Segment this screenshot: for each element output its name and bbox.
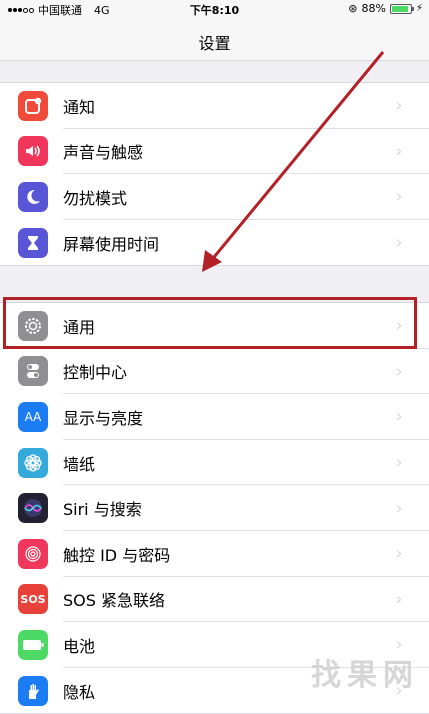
- watermark: 找果网: [311, 658, 419, 693]
- annotation-arrow: [202, 51, 385, 272]
